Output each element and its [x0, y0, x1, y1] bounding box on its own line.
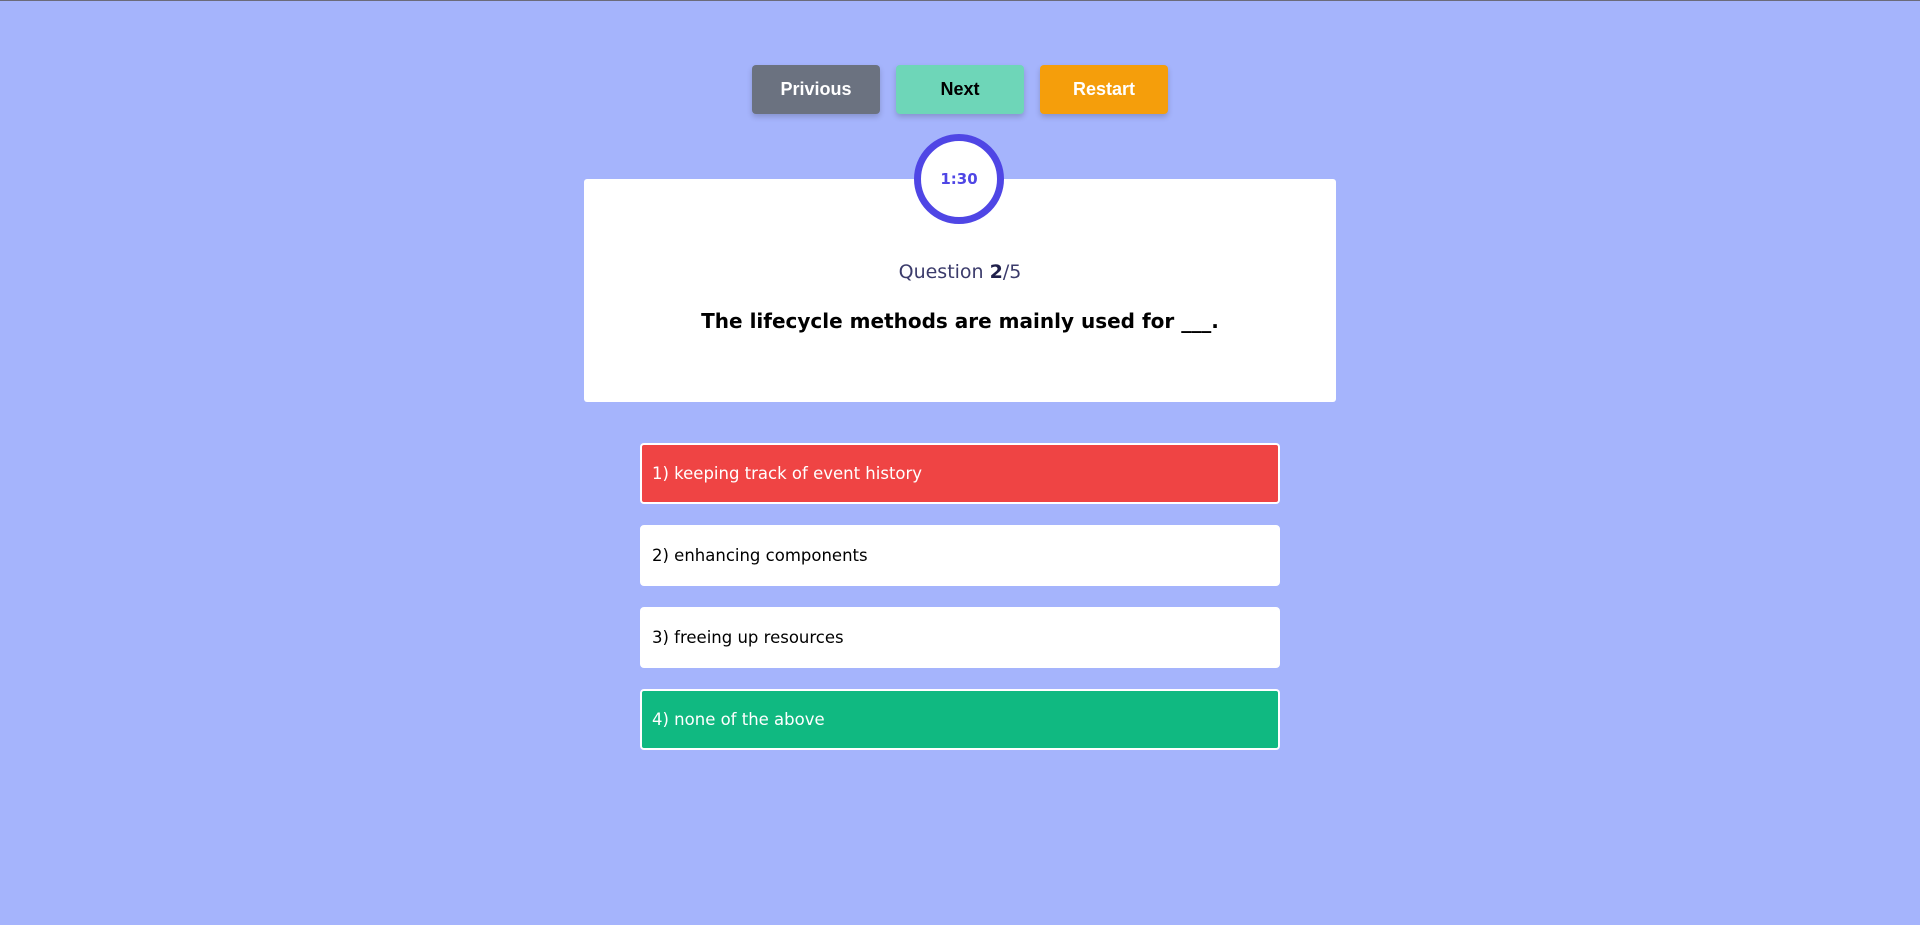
restart-button[interactable]: Restart	[1040, 65, 1168, 114]
question-counter-prefix: Question	[898, 261, 990, 283]
answer-option-label: 3) freeing up resources	[652, 628, 844, 647]
question-current-number: 2	[989, 261, 1003, 283]
question-counter: Question 2/5	[584, 261, 1336, 283]
timer-value: 1:30	[940, 170, 978, 188]
answer-option-label: 1) keeping track of event history	[652, 464, 923, 483]
question-total: /5	[1002, 261, 1022, 283]
next-button[interactable]: Next	[896, 65, 1024, 114]
answer-option-label: 2) enhancing components	[652, 546, 868, 565]
previous-button[interactable]: Privious	[752, 65, 880, 114]
answer-option-1[interactable]: 1) keeping track of event history	[640, 443, 1280, 504]
answer-option-2[interactable]: 2) enhancing components	[640, 525, 1280, 586]
countdown-timer: 1:30	[914, 134, 1004, 224]
answer-options: 1) keeping track of event history 2) enh…	[640, 443, 1280, 750]
answer-option-3[interactable]: 3) freeing up resources	[640, 607, 1280, 668]
question-text: The lifecycle methods are mainly used fo…	[701, 309, 1219, 333]
quiz-controls: Privious Next Restart	[0, 65, 1920, 114]
answer-option-4[interactable]: 4) none of the above	[640, 689, 1280, 750]
answer-option-label: 4) none of the above	[652, 710, 825, 729]
